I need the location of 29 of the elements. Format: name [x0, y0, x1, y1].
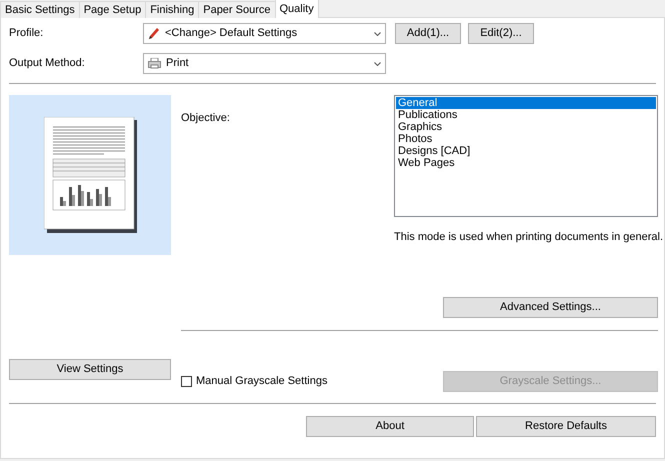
- list-item[interactable]: Designs [CAD]: [396, 145, 656, 157]
- objective-label: Objective:: [181, 111, 231, 123]
- add-button[interactable]: Add(1)...: [395, 23, 461, 44]
- chevron-icon: [374, 32, 381, 36]
- tab[interactable]: Finishing: [145, 1, 200, 18]
- tab[interactable]: Page Setup: [78, 1, 146, 18]
- restore-defaults-button[interactable]: Restore Defaults: [476, 416, 656, 436]
- list-item[interactable]: General: [396, 97, 656, 109]
- pencil-icon: [148, 26, 160, 40]
- about-button[interactable]: About: [306, 416, 474, 436]
- objective-listbox[interactable]: General Publications Graphics Photos Designs [CAD] Web Pages: [394, 95, 658, 217]
- list-item[interactable]: Publications: [396, 109, 656, 121]
- tab[interactable]: Basic Settings: [0, 1, 80, 18]
- checkbox[interactable]: [181, 376, 192, 386]
- view-settings-button[interactable]: View Settings: [9, 359, 171, 380]
- printer-icon: [148, 58, 161, 69]
- list-item[interactable]: Graphics: [396, 121, 656, 133]
- output-method-label: Output Method:: [9, 56, 86, 72]
- list-item[interactable]: Photos: [396, 133, 656, 145]
- checkbox-label: Manual Grayscale Settings: [196, 374, 328, 389]
- chevron-icon: [374, 62, 381, 66]
- tab[interactable]: Paper Source: [198, 1, 276, 18]
- edit-button[interactable]: Edit(2)...: [468, 23, 534, 44]
- profile-dropdown[interactable]: <Change> Default Settings: [143, 23, 386, 44]
- advanced-settings-button[interactable]: Advanced Settings...: [443, 296, 658, 318]
- list-item[interactable]: Web Pages: [396, 157, 656, 169]
- output-method-dropdown[interactable]: Print: [143, 53, 386, 74]
- tab[interactable]: Quality: [274, 0, 319, 18]
- profile-label: Profile:: [9, 26, 44, 42]
